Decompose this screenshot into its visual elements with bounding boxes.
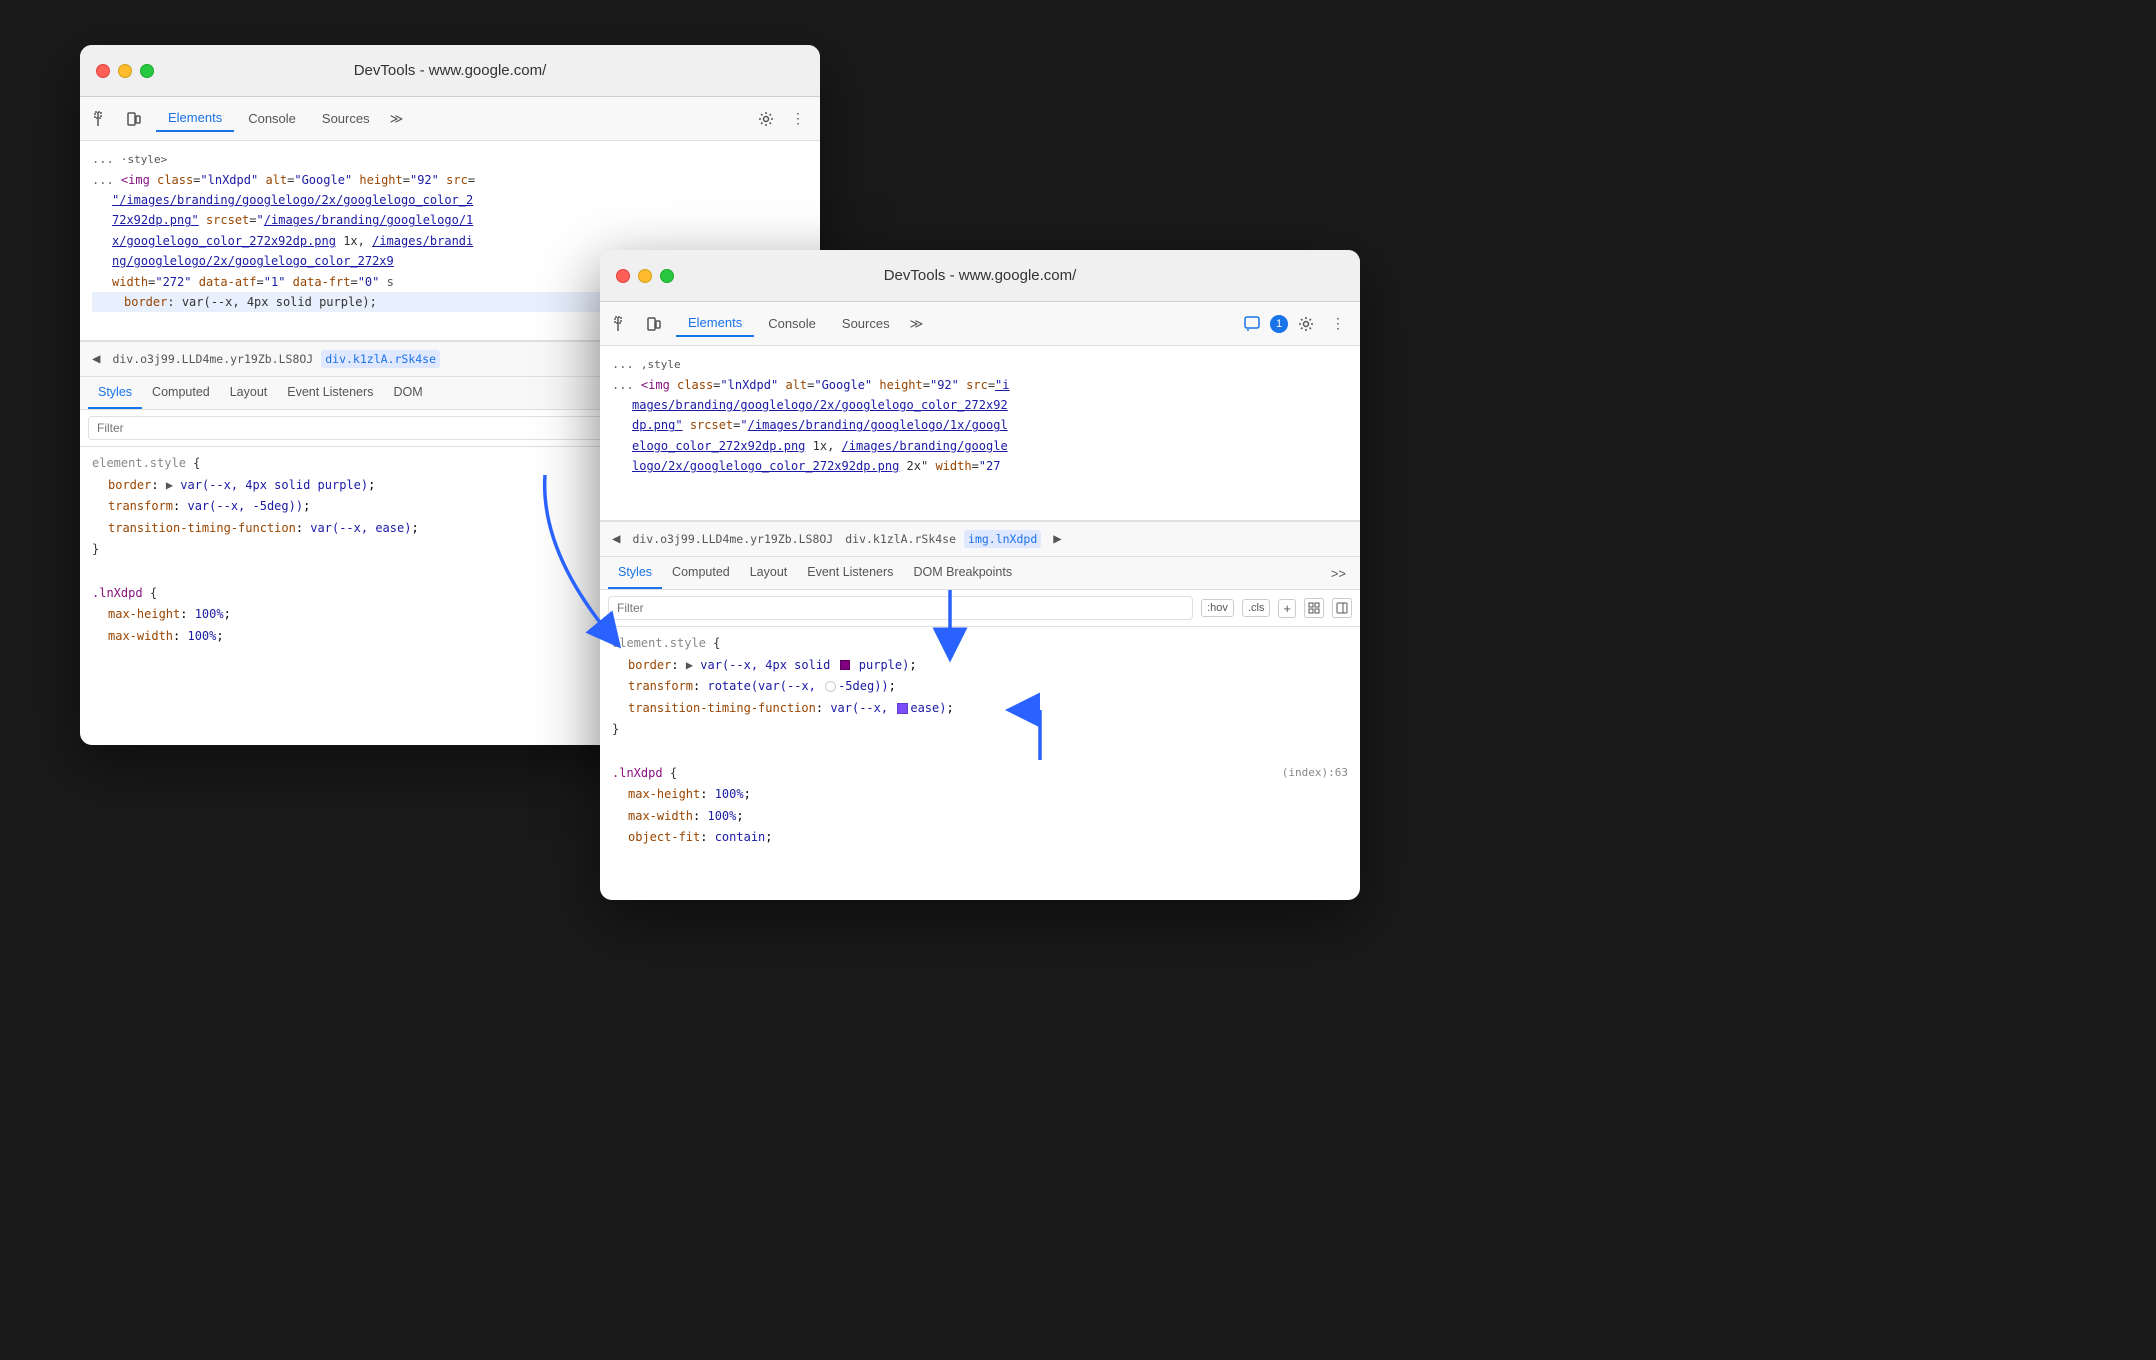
dom-line-2-2: ... <img class="lnXdpd" alt="Google" hei… xyxy=(612,375,1348,395)
inspect-icon-2[interactable] xyxy=(608,310,636,338)
toolbar-right-2: 1 ⋮ xyxy=(1238,310,1352,338)
breadcrumb-item-2c[interactable]: img.lnXdpd xyxy=(964,530,1041,548)
breadcrumb-item-1a[interactable]: div.o3j99.LLD4me.yr19Zb.LS8OJ xyxy=(108,350,317,368)
close-button-1[interactable] xyxy=(96,64,110,78)
toggle-sidebar-icon-2[interactable] xyxy=(1332,598,1352,618)
ease-swatch-2[interactable] xyxy=(897,703,908,714)
dom-line-2: ... <img class="lnXdpd" alt="Google" hei… xyxy=(92,170,808,190)
new-style-icon-2[interactable] xyxy=(1304,598,1324,618)
breadcrumb-item-2a[interactable]: div.o3j99.LLD4me.yr19Zb.LS8OJ xyxy=(628,530,837,548)
tab-computed-1[interactable]: Computed xyxy=(142,377,220,409)
tab-console-1[interactable]: Console xyxy=(236,106,308,131)
hov-btn-2[interactable]: :hov xyxy=(1201,599,1234,617)
tab-styles-1[interactable]: Styles xyxy=(88,377,142,409)
traffic-lights-1 xyxy=(96,64,154,78)
dom-line-2-4: dp.png" srcset="/images/branding/googlel… xyxy=(612,415,1348,435)
dom-line-3: "/images/branding/googlelogo/2x/googlelo… xyxy=(92,190,808,210)
css-prop-transition-2: transition-timing-function: var(--x, eas… xyxy=(612,698,1348,720)
css-prop-maxwidth-2: max-width: 100%; xyxy=(612,806,1348,828)
tab-sources-1[interactable]: Sources xyxy=(310,106,382,131)
breadcrumb-item-1b[interactable]: div.k1zlA.rSk4se xyxy=(321,350,440,368)
toolbar-right-1: ⋮ xyxy=(752,105,812,133)
css-prop-transform-2: transform: rotate(var(--x, -5deg)); xyxy=(612,676,1348,698)
tab-styles-2[interactable]: Styles xyxy=(608,557,662,589)
breadcrumb-item-2b[interactable]: div.k1zlA.rSk4se xyxy=(841,530,960,548)
device-icon-1[interactable] xyxy=(120,105,148,133)
css-prop-maxheight-2: max-height: 100%; xyxy=(612,784,1348,806)
css-prop-objectfit-2: object-fit: contain; xyxy=(612,827,1348,849)
maximize-button-1[interactable] xyxy=(140,64,154,78)
window-title-1: DevTools - www.google.com/ xyxy=(354,62,547,79)
tab-sources-2[interactable]: Sources xyxy=(830,311,902,336)
dom-line-2-6: logo/2x/googlelogo_color_272x92dp.png 2x… xyxy=(612,456,1348,476)
dom-line-5: x/googlelogo_color_272x92dp.png 1x, /ima… xyxy=(92,231,808,251)
notification-badge-2: 1 xyxy=(1270,315,1288,333)
tab-more-2[interactable]: >> xyxy=(1325,562,1352,585)
styles-tabs-2: Styles Computed Layout Event Listeners D… xyxy=(600,557,1360,590)
breadcrumb-back-2[interactable]: ◀ xyxy=(608,529,624,549)
color-swatch-purple[interactable] xyxy=(840,660,850,670)
source-ref-2[interactable]: (index):63 xyxy=(1282,763,1348,783)
minimize-button-1[interactable] xyxy=(118,64,132,78)
toolbar-1: Elements Console Sources ≫ ⋮ xyxy=(80,97,820,141)
breadcrumb-forward-2[interactable]: ▶ xyxy=(1049,529,1065,549)
window-title-2: DevTools - www.google.com/ xyxy=(884,267,1077,284)
more-icon-2[interactable]: ⋮ xyxy=(1324,310,1352,338)
tab-computed-2[interactable]: Computed xyxy=(662,557,740,589)
tab-event-listeners-2[interactable]: Event Listeners xyxy=(797,557,903,589)
inspect-icon-1[interactable] xyxy=(88,105,116,133)
cls-btn-2[interactable]: .cls xyxy=(1242,599,1271,617)
filter-bar-2: :hov .cls + xyxy=(600,590,1360,627)
add-style-btn-2[interactable]: + xyxy=(1278,599,1296,618)
dom-panel-2: ... ,style ... <img class="lnXdpd" alt="… xyxy=(600,346,1360,521)
tab-dom-1[interactable]: DOM xyxy=(383,377,432,409)
tab-layout-1[interactable]: Layout xyxy=(220,377,278,409)
toolbar-tabs-1: Elements Console Sources ≫ xyxy=(156,105,409,132)
more-icon-1[interactable]: ⋮ xyxy=(784,105,812,133)
tab-console-2[interactable]: Console xyxy=(756,311,828,336)
settings-icon-1[interactable] xyxy=(752,105,780,133)
maximize-button-2[interactable] xyxy=(660,269,674,283)
dom-line-2-3: mages/branding/googlelogo/2x/googlelogo_… xyxy=(612,395,1348,415)
css-content-2: element.style { border: ▶ var(--x, 4px s… xyxy=(600,627,1360,855)
settings-icon-2[interactable] xyxy=(1292,310,1320,338)
titlebar-2: DevTools - www.google.com/ xyxy=(600,250,1360,302)
css-selector-2b: .lnXdpd { (index):63 xyxy=(612,763,1348,785)
dom-line-2-1: ... ,style xyxy=(612,354,1348,375)
tab-elements-1[interactable]: Elements xyxy=(156,105,234,132)
breadcrumb-2: ◀ div.o3j99.LLD4me.yr19Zb.LS8OJ div.k1zl… xyxy=(600,521,1360,557)
toolbar-tabs-2: Elements Console Sources ≫ xyxy=(676,310,929,337)
tab-event-listeners-1[interactable]: Event Listeners xyxy=(277,377,383,409)
toolbar-more-1[interactable]: ≫ xyxy=(384,107,410,131)
devtools-window-2: DevTools - www.google.com/ Elements Cons… xyxy=(600,250,1360,900)
titlebar-1: DevTools - www.google.com/ xyxy=(80,45,820,97)
minimize-button-2[interactable] xyxy=(638,269,652,283)
css-selector-2a: element.style { xyxy=(612,633,1348,655)
close-button-2[interactable] xyxy=(616,269,630,283)
traffic-lights-2 xyxy=(616,269,674,283)
filter-input-2[interactable] xyxy=(608,596,1193,620)
toolbar-more-2[interactable]: ≫ xyxy=(904,312,930,336)
toolbar-2: Elements Console Sources ≫ 1 xyxy=(600,302,1360,346)
tab-dom-breakpoints-2[interactable]: DOM Breakpoints xyxy=(903,557,1022,589)
css-close-2: } xyxy=(612,719,1348,741)
breadcrumb-back-1[interactable]: ◀ xyxy=(88,349,104,369)
circle-swatch-2[interactable] xyxy=(825,681,836,692)
tab-elements-2[interactable]: Elements xyxy=(676,310,754,337)
dom-line-4: 72x92dp.png" srcset="/images/branding/go… xyxy=(92,210,808,230)
tab-layout-2[interactable]: Layout xyxy=(740,557,798,589)
dom-line-2-5: elogo_color_272x92dp.png 1x, /images/bra… xyxy=(612,436,1348,456)
chat-icon-2[interactable] xyxy=(1238,310,1266,338)
css-prop-border-2: border: ▶ var(--x, 4px solid purple); xyxy=(612,655,1348,677)
device-icon-2[interactable] xyxy=(640,310,668,338)
dom-line-1: ... ·style> xyxy=(92,149,808,170)
